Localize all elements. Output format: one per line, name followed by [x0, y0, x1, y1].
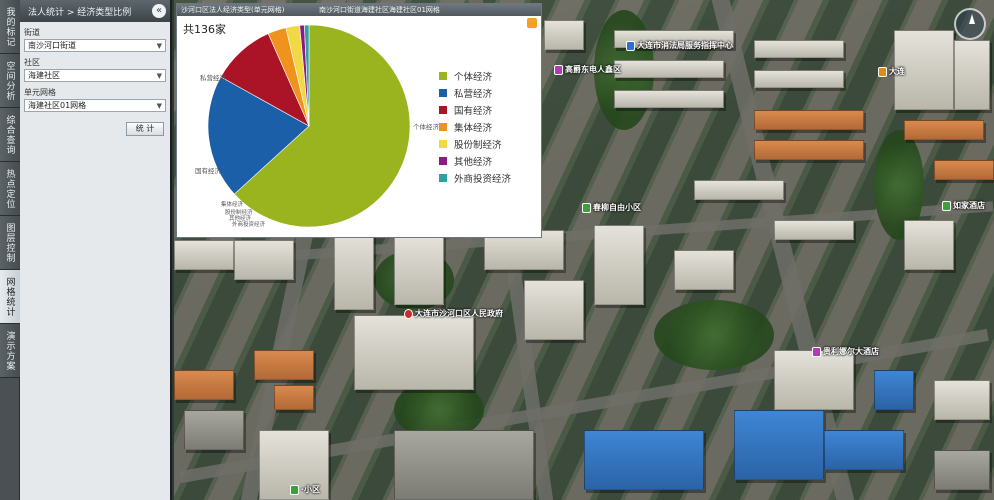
breadcrumb: 法人统计 > 经济类型比例 [28, 7, 132, 18]
legend-item-7[interactable]: 外商投资经济 [439, 169, 511, 186]
legend-swatch [439, 156, 447, 165]
statistics-button[interactable]: 统 计 [126, 122, 164, 136]
poi-marker-icon [554, 64, 563, 75]
poi-government[interactable]: 大连市沙河口区人民政府 [404, 308, 503, 319]
pie-label-4: 集体经济 [221, 200, 244, 208]
legend-label: 外商投资经济 [454, 173, 512, 185]
street-select[interactable]: 南沙河口街道 ▼ [24, 39, 166, 52]
pie-label-2: 私营经济 [200, 73, 227, 82]
legend-swatch [439, 122, 447, 131]
legend-swatch [439, 173, 447, 182]
pie-label-3: 国有经济 [195, 166, 222, 175]
pie-label-1: 个体经济 [413, 122, 440, 131]
chevron-down-icon: ▼ [156, 41, 162, 50]
poi-law-service-center[interactable]: 大连市消法局服务指挥中心 [626, 40, 733, 51]
popup-title-bar: 沙河口区法人经济类型(单元网格) 南沙河口街道海建社区海建社区01网格 [177, 4, 541, 16]
poi-marker-icon [290, 484, 299, 495]
legend-item-5[interactable]: 股份制经济 [439, 135, 511, 152]
popup-title-right: 南沙河口街道海建社区海建社区01网格 [319, 6, 440, 14]
poi-marker-icon [812, 346, 821, 357]
poi-marker-icon [582, 202, 591, 213]
pie-label-7: 外商投资经济 [232, 220, 266, 228]
legend-item-6[interactable]: 其他经济 [439, 152, 511, 169]
legend-item-1[interactable]: 个体经济 [439, 67, 511, 84]
chart-popup: 沙河口区法人经济类型(单元网格) 南沙河口街道海建社区海建社区01网格 共136… [176, 3, 542, 238]
community-select[interactable]: 海建社区 ▼ [24, 69, 166, 82]
panel-header: 法人统计 > 经济类型比例 « [20, 0, 170, 22]
tab-my-markers[interactable]: 我的标记 [0, 0, 20, 54]
street-label: 街道 [24, 28, 40, 37]
poi-residential-1[interactable]: 高爵东电人鑫区 [554, 64, 621, 75]
legend-swatch [439, 139, 447, 148]
legend-label: 国有经济 [454, 105, 493, 117]
tab-demo-plan[interactable]: 演示方案 [0, 324, 20, 378]
legend-label: 私营经济 [454, 88, 493, 100]
legend-label: 其他经济 [454, 156, 493, 168]
statistics-panel: 法人统计 > 经济类型比例 « 街道 南沙河口街道 ▼ 社区 海建社区 ▼ 单元… [20, 0, 172, 500]
legend-swatch [439, 71, 447, 80]
legend-label: 股份制经济 [454, 139, 502, 151]
legend-swatch [439, 105, 447, 114]
community-value: 海建社区 [28, 71, 60, 80]
popup-title-left: 沙河口区法人经济类型(单元网格) [181, 6, 285, 14]
tab-layer-control[interactable]: 图层控制 [0, 216, 20, 270]
legend-item-3[interactable]: 国有经济 [439, 101, 511, 118]
tab-grid-statistics[interactable]: 网格统计 [0, 270, 20, 324]
vertical-tab-bar: 我的标记 空间分析 综合查询 热点定位 图层控制 网格统计 演示方案 [0, 0, 20, 500]
legend-item-2[interactable]: 私营经济 [439, 84, 511, 101]
legend-swatch [439, 88, 447, 97]
street-value: 南沙河口街道 [28, 41, 76, 50]
pie-label-5: 股份制经济 [225, 208, 253, 216]
poi-marker-icon [404, 308, 413, 319]
poi-marker-icon [626, 40, 635, 51]
compass-icon[interactable] [954, 8, 986, 40]
poi-dalian[interactable]: 大连 [878, 66, 905, 77]
grid-value: 海建社区01网格 [28, 101, 87, 110]
tab-spatial-analysis[interactable]: 空间分析 [0, 54, 20, 108]
pie-label-6: 其他经济 [229, 214, 252, 222]
poi-marker-icon [878, 66, 887, 77]
chevron-down-icon: ▼ [156, 71, 162, 80]
collapse-panel-icon[interactable]: « [152, 4, 166, 18]
grid-select[interactable]: 海建社区01网格 ▼ [24, 99, 166, 112]
tab-hotspot-location[interactable]: 热点定位 [0, 162, 20, 216]
poi-chunliu-community[interactable]: 春柳自由小区 [582, 202, 641, 213]
legend-label: 集体经济 [454, 122, 493, 134]
poi-community-small[interactable]: ·小区 [290, 484, 320, 495]
legend-label: 个体经济 [454, 71, 493, 83]
grid-label: 单元网格 [24, 88, 56, 97]
poi-marker-icon [942, 200, 951, 211]
tab-integrated-query[interactable]: 综合查询 [0, 108, 20, 162]
chevron-down-icon: ▼ [156, 101, 162, 110]
chart-legend: 个体经济私营经济国有经济集体经济股份制经济其他经济外商投资经济 [439, 67, 511, 186]
poi-home-inn[interactable]: 如家酒店 [942, 200, 985, 211]
community-label: 社区 [24, 58, 40, 67]
poi-hotel[interactable]: 贵利娜尔大酒店 [812, 346, 879, 357]
legend-item-4[interactable]: 集体经济 [439, 118, 511, 135]
